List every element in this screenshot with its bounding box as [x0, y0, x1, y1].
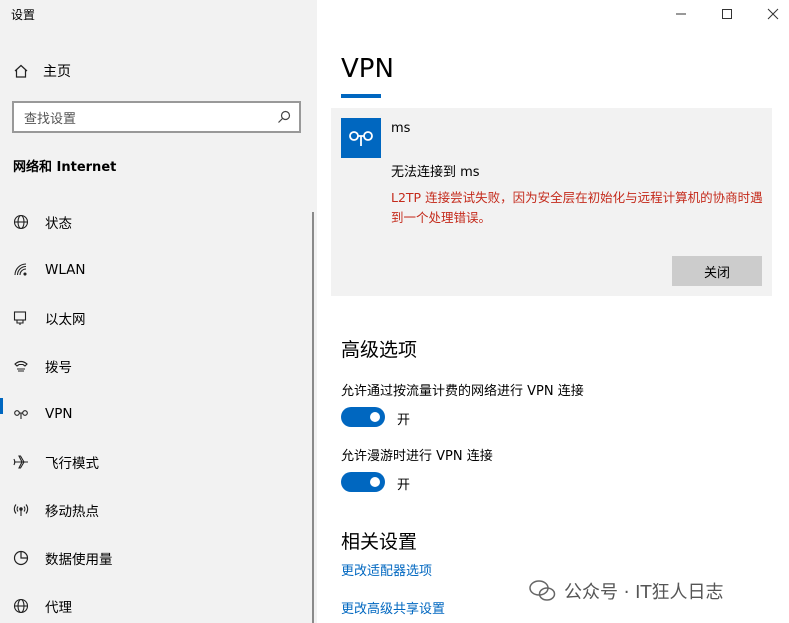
- title-underline: [341, 94, 381, 98]
- page-title: VPN: [341, 54, 394, 84]
- sidebar-item-status[interactable]: 状态: [0, 198, 317, 246]
- sidebar-scrollbar[interactable]: [312, 212, 314, 623]
- home-label: 主页: [43, 64, 71, 80]
- roaming-option-label: 允许漫游时进行 VPN 连接: [341, 449, 493, 464]
- metered-network-toggle-state: 开: [397, 413, 411, 428]
- sidebar-item-ethernet[interactable]: 以太网: [0, 294, 317, 342]
- home-nav-item[interactable]: 主页: [13, 60, 71, 82]
- change-adapter-options-link[interactable]: 更改适配器选项: [341, 560, 432, 579]
- sidebar-item-label: VPN: [45, 406, 73, 422]
- sidebar-item-wlan[interactable]: WLAN: [0, 246, 317, 294]
- home-icon: [14, 64, 28, 78]
- sidebar-item-label: 状态: [45, 216, 72, 232]
- sidebar-item-proxy[interactable]: 代理: [0, 582, 317, 623]
- close-icon: [767, 8, 779, 20]
- maximize-icon: [722, 9, 732, 19]
- metered-network-toggle[interactable]: [341, 407, 385, 427]
- sidebar-item-vpn[interactable]: VPN: [0, 390, 317, 438]
- watermark: 公众号 · IT狂人日志: [528, 578, 723, 604]
- sidebar-item-airplane-mode[interactable]: 飞行模式: [0, 438, 317, 486]
- sidebar-item-dialup[interactable]: 拨号: [0, 342, 317, 390]
- toggle-knob: [370, 477, 380, 487]
- wifi-icon: [13, 262, 29, 278]
- globe-icon: [13, 214, 29, 230]
- sidebar: 设置 主页 查找设置 网络和 Internet 状态 WLAN 以太网 拨号 V…: [0, 0, 317, 623]
- sidebar-item-data-usage[interactable]: 数据使用量: [0, 534, 317, 582]
- app-title: 设置: [11, 8, 36, 22]
- minimize-button[interactable]: [658, 0, 704, 28]
- sidebar-nav: 状态 WLAN 以太网 拨号 VPN 飞行模式 移动热点 数据使用量 代理: [0, 198, 317, 623]
- vpn-connection-card[interactable]: ms 无法连接到 ms L2TP 连接尝试失败，因为安全层在初始化与远程计算机的…: [331, 108, 772, 296]
- roaming-toggle-state: 开: [397, 478, 411, 493]
- close-button[interactable]: 关闭: [672, 256, 762, 286]
- section-title: 网络和 Internet: [13, 160, 117, 175]
- minimize-icon: [676, 13, 686, 15]
- data-usage-icon: [13, 550, 29, 566]
- sidebar-item-label: 拨号: [45, 360, 72, 376]
- advanced-options-heading: 高级选项: [341, 339, 418, 361]
- ethernet-icon: [13, 310, 29, 326]
- sidebar-item-label: WLAN: [45, 262, 86, 278]
- vpn-connection-status: 无法连接到 ms: [391, 165, 480, 180]
- close-window-button[interactable]: [750, 0, 789, 28]
- sidebar-item-label: 数据使用量: [45, 552, 113, 568]
- toggle-knob: [370, 412, 380, 422]
- dialup-icon: [13, 358, 29, 374]
- sidebar-item-label: 飞行模式: [45, 456, 99, 472]
- search-placeholder: 查找设置: [24, 111, 77, 127]
- change-sharing-settings-link[interactable]: 更改高级共享设置: [341, 598, 445, 617]
- vpn-error-message: L2TP 连接尝试失败，因为安全层在初始化与远程计算机的协商时遇到一个处理错误。: [391, 190, 763, 225]
- vpn-icon: [13, 406, 29, 422]
- sidebar-item-mobile-hotspot[interactable]: 移动热点: [0, 486, 317, 534]
- wechat-icon: [529, 580, 556, 601]
- sidebar-item-label: 代理: [45, 600, 72, 616]
- related-settings-heading: 相关设置: [341, 531, 418, 553]
- roaming-toggle[interactable]: [341, 472, 385, 492]
- hotspot-icon: [13, 502, 29, 518]
- sidebar-item-label: 移动热点: [45, 504, 99, 520]
- airplane-icon: [13, 454, 29, 470]
- sidebar-item-label: 以太网: [45, 312, 86, 328]
- search-input[interactable]: 查找设置: [12, 101, 301, 133]
- vpn-connection-icon: [341, 118, 381, 158]
- maximize-button[interactable]: [704, 0, 750, 28]
- watermark-text: 公众号 · IT狂人日志: [564, 582, 724, 603]
- search-icon[interactable]: [269, 110, 299, 124]
- globe-icon: [13, 598, 29, 614]
- vpn-connection-name: ms: [391, 121, 411, 136]
- metered-network-option-label: 允许通过按流量计费的网络进行 VPN 连接: [341, 384, 584, 399]
